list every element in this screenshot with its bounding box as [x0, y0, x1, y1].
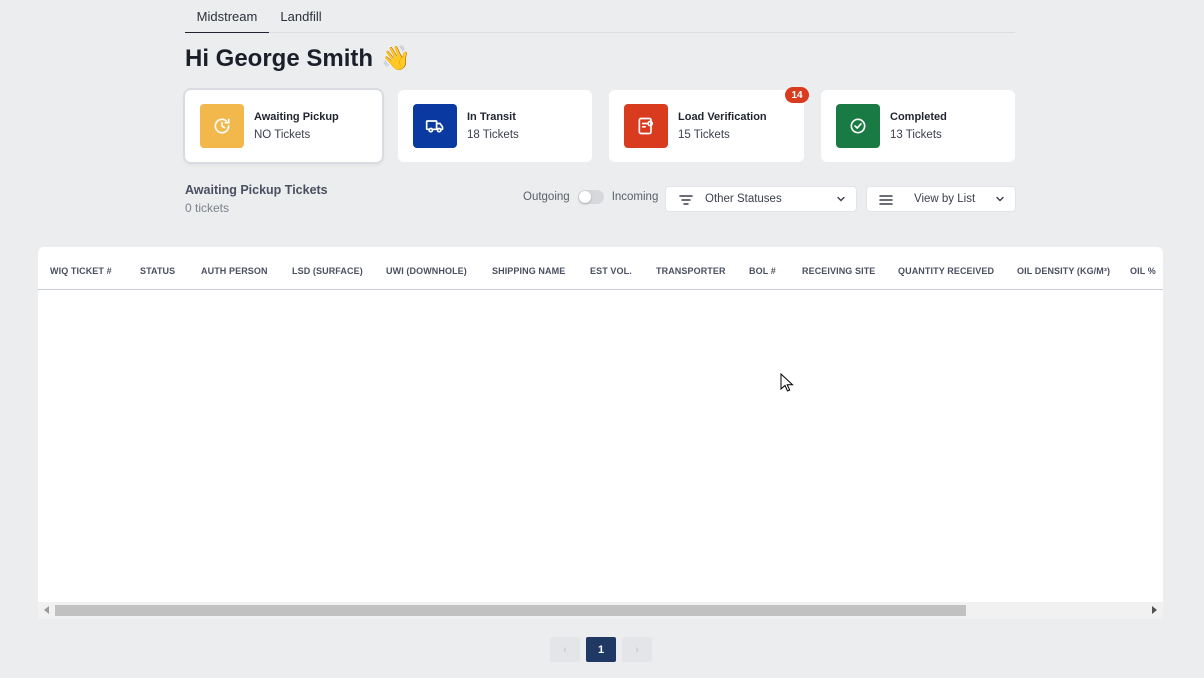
mouse-cursor-icon — [780, 373, 794, 392]
col-auth-person[interactable]: AUTH PERSON — [201, 266, 268, 276]
scrollbar-thumb[interactable] — [55, 605, 966, 616]
card-load-verification[interactable]: Load Verification 15 Tickets 14 — [609, 87, 809, 162]
tab-midstream[interactable]: Midstream — [185, 0, 269, 33]
card-title: In Transit — [467, 111, 516, 123]
card-count: 13 Tickets — [890, 129, 942, 141]
tab-landfill[interactable]: Landfill — [269, 0, 333, 33]
greeting-text: Hi George Smith — [185, 44, 374, 72]
col-oil-density[interactable]: OIL DENSITY (KG/M³) — [1017, 266, 1110, 276]
col-lsd-surface[interactable]: LSD (SURFACE) — [292, 266, 363, 276]
col-receiving-site[interactable]: RECEIVING SITE — [802, 266, 875, 276]
card-awaiting-pickup[interactable]: Awaiting Pickup NO Tickets — [185, 90, 382, 162]
chevron-down-icon — [996, 196, 1004, 202]
scroll-right-icon[interactable] — [1152, 606, 1157, 614]
card-in-transit[interactable]: In Transit 18 Tickets — [398, 90, 592, 162]
col-transporter[interactable]: TRANSPORTER — [656, 266, 726, 276]
col-est-vol[interactable]: EST VOL. — [590, 266, 632, 276]
col-uwi-downhole[interactable]: UWI (DOWNHOLE) — [386, 266, 467, 276]
col-status[interactable]: STATUS — [140, 266, 175, 276]
top-tabs: Midstream Landfill — [185, 0, 1015, 33]
card-title: Awaiting Pickup — [254, 111, 339, 123]
horizontal-scrollbar[interactable] — [38, 602, 1163, 619]
clipboard-check-icon — [624, 104, 668, 148]
switch-knob — [578, 191, 591, 203]
card-count: 18 Tickets — [467, 129, 519, 141]
ticket-count: 0 tickets — [185, 201, 230, 215]
view-mode-label: View by List — [914, 193, 976, 205]
col-shipping-name[interactable]: SHIPPING NAME — [492, 266, 565, 276]
col-quantity-received[interactable]: QUANTITY RECEIVED — [898, 266, 994, 276]
section-title: Awaiting Pickup Tickets — [185, 183, 328, 197]
card-title: Completed — [890, 111, 947, 123]
status-filter-dropdown[interactable]: Other Statuses — [665, 186, 857, 212]
view-mode-dropdown[interactable]: View by List — [866, 186, 1016, 212]
direction-toggle: Outgoing Incoming — [523, 190, 658, 204]
col-bol[interactable]: BOL # — [749, 266, 776, 276]
toggle-label-incoming: Incoming — [611, 191, 659, 203]
pagination: ‹ 1 › — [550, 637, 652, 662]
list-icon — [879, 195, 893, 205]
prev-page-button[interactable]: ‹ — [550, 637, 580, 662]
status-filter-label: Other Statuses — [705, 193, 782, 205]
toggle-label-outgoing: Outgoing — [523, 191, 570, 203]
truck-icon — [413, 104, 457, 148]
filter-icon — [679, 195, 693, 205]
page-button-current[interactable]: 1 — [586, 637, 616, 662]
page-title: Hi George Smith 👋 — [185, 44, 411, 73]
card-count: 15 Tickets — [678, 129, 730, 141]
col-oil-percent[interactable]: OIL % — [1130, 266, 1156, 276]
clock-icon — [200, 104, 244, 148]
tickets-table: WIQ TICKET # STATUS AUTH PERSON LSD (SUR… — [38, 247, 1163, 619]
card-count: NO Tickets — [254, 129, 311, 141]
direction-switch[interactable] — [577, 190, 604, 204]
chevron-down-icon — [837, 196, 845, 202]
notification-badge: 14 — [785, 87, 809, 103]
card-title: Load Verification — [678, 111, 767, 123]
waving-hand-icon: 👋 — [381, 45, 411, 72]
card-completed[interactable]: Completed 13 Tickets — [821, 90, 1015, 162]
scroll-left-icon[interactable] — [44, 606, 49, 614]
check-circle-icon — [836, 104, 880, 148]
next-page-button[interactable]: › — [622, 637, 652, 662]
table-header: WIQ TICKET # STATUS AUTH PERSON LSD (SUR… — [38, 247, 1163, 290]
col-wiq-ticket[interactable]: WIQ TICKET # — [50, 266, 112, 276]
